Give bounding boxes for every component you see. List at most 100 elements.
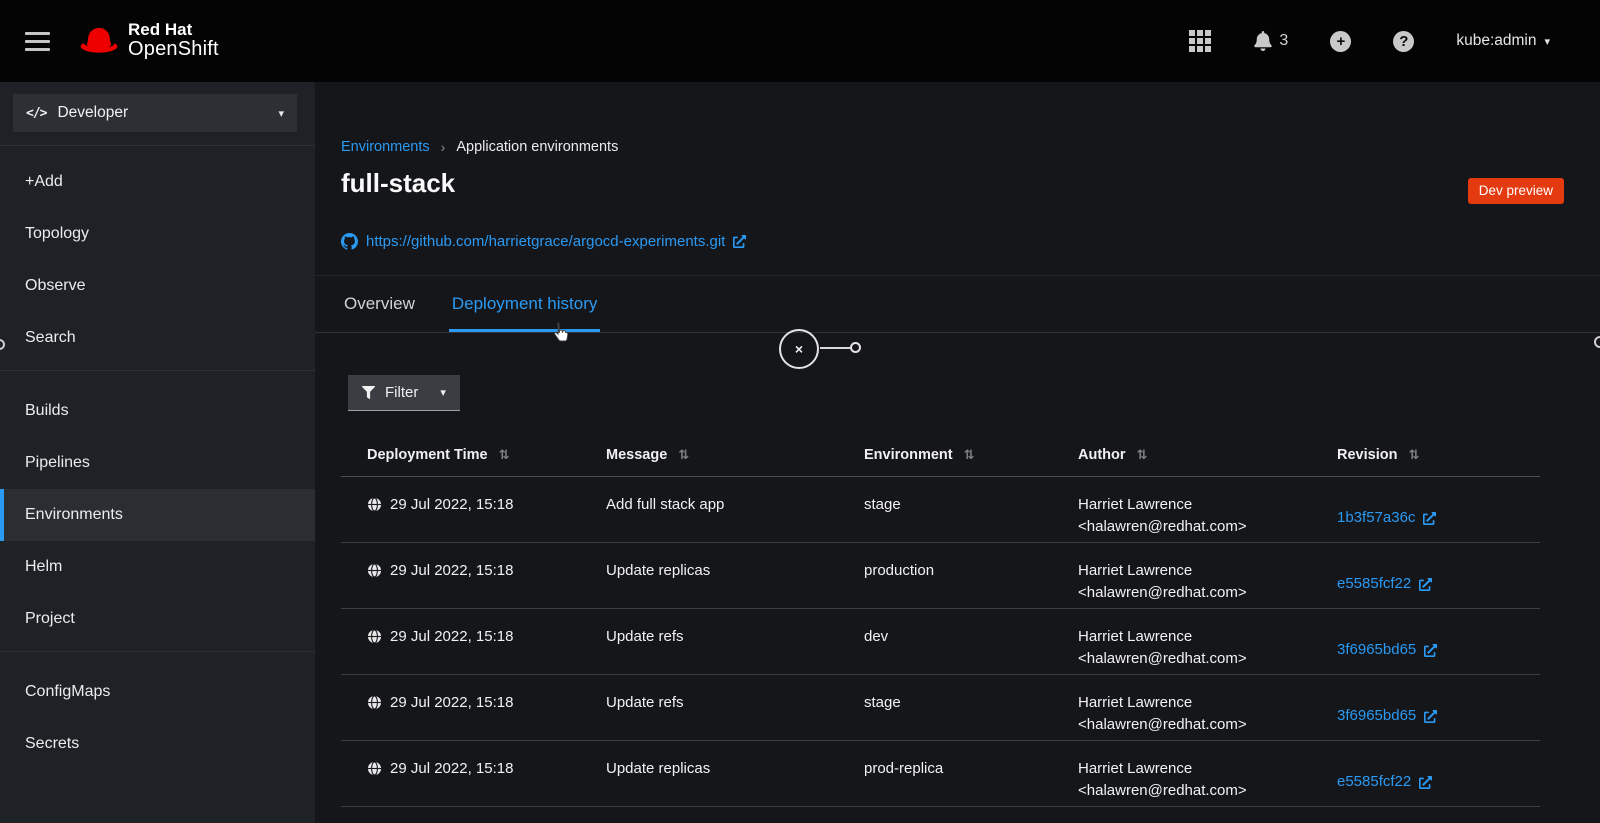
environment-name: prod-replica <box>838 758 1052 806</box>
deployment-time-cell: 29 Jul 2022, 15:18 <box>341 626 580 674</box>
sort-icon: ⇅ <box>964 448 975 463</box>
code-icon: </> <box>26 106 46 121</box>
help-button[interactable]: ? <box>1393 31 1414 52</box>
breadcrumb-current: Application environments <box>456 139 618 155</box>
sort-icon: ⇅ <box>1408 448 1419 463</box>
commit-message: Update refs <box>580 626 838 674</box>
redhat-openshift-logo: Red Hat OpenShift <box>79 21 219 61</box>
sidebar-item-configmaps[interactable]: ConfigMaps <box>0 666 315 718</box>
sort-icon: ⇅ <box>1137 448 1148 463</box>
sidebar-item-topology[interactable]: Topology <box>0 208 315 260</box>
table-row: 29 Jul 2022, 15:18 Update replicas produ… <box>341 543 1540 609</box>
author-cell: Harriet Lawrence <halawren@redhat.com> <box>1052 758 1311 806</box>
page-title: full-stack <box>341 168 1600 199</box>
tab-label: Overview <box>344 294 415 314</box>
commit-message: Update refs <box>580 692 838 740</box>
close-icon: × <box>795 341 803 357</box>
author-cell: Harriet Lawrence <halawren@redhat.com> <box>1052 692 1311 740</box>
table-header-row: Deployment Time⇅ Message⇅ Environment⇅ A… <box>341 433 1540 477</box>
sidebar-item-add[interactable]: +Add <box>0 156 315 208</box>
sidebar-item-search[interactable]: Search <box>0 312 315 364</box>
column-label: Environment <box>864 447 953 463</box>
author-email: <halawren@redhat.com> <box>1078 516 1311 538</box>
sidebar-item-label: Environments <box>25 506 123 524</box>
column-label: Deployment Time <box>367 447 488 463</box>
globe-timestamp-icon <box>367 563 382 578</box>
mouse-cursor-icon <box>549 321 571 345</box>
annotation-line <box>820 347 851 349</box>
breadcrumb-environments-link[interactable]: Environments <box>341 139 430 155</box>
annotation-dot <box>850 342 861 353</box>
notifications-button[interactable]: 3 <box>1253 31 1288 51</box>
sidebar-item-project[interactable]: Project <box>0 593 315 645</box>
filter-icon <box>362 386 375 399</box>
add-button[interactable]: + <box>1330 31 1351 52</box>
revision-link[interactable]: e5585fcf22 <box>1311 560 1540 608</box>
author-email: <halawren@redhat.com> <box>1078 780 1311 802</box>
breadcrumb-separator-icon: › <box>441 139 446 155</box>
column-header-author[interactable]: Author⇅ <box>1052 447 1311 463</box>
filter-dropdown[interactable]: Filter ▾ <box>348 375 460 411</box>
notification-count: 3 <box>1279 32 1288 50</box>
main-content: Environments › Application environments … <box>315 82 1600 823</box>
divider <box>0 651 315 652</box>
globe-timestamp-icon <box>367 695 382 710</box>
sidebar-item-observe[interactable]: Observe <box>0 260 315 312</box>
filter-label: Filter <box>385 384 418 401</box>
menu-icon[interactable] <box>25 32 50 51</box>
dev-preview-badge: Dev preview <box>1468 178 1564 204</box>
user-menu[interactable]: kube:admin ▾ <box>1456 32 1550 50</box>
caret-down-icon: ▾ <box>278 107 284 120</box>
revision-link[interactable]: e5585fcf22 <box>1311 758 1540 806</box>
deployment-time-cell: 29 Jul 2022, 15:18 <box>341 692 580 740</box>
table-row: 29 Jul 2022, 15:18 Update refs stage Har… <box>341 675 1540 741</box>
column-header-environment[interactable]: Environment ⇅ <box>838 447 1052 463</box>
app-launcher-icon[interactable] <box>1189 30 1211 52</box>
sidebar-item-secrets[interactable]: Secrets <box>0 718 315 770</box>
column-header-revision[interactable]: Revision⇅ <box>1311 447 1540 463</box>
table-row: 29 Jul 2022, 15:18 Update replicas prod-… <box>341 741 1540 807</box>
github-icon <box>341 233 358 250</box>
deployment-time-cell: 29 Jul 2022, 15:18 <box>341 494 580 542</box>
author-name: Harriet Lawrence <box>1078 494 1311 516</box>
sidebar-item-label: Secrets <box>25 735 79 753</box>
revision-sha: 3f6965bd65 <box>1337 639 1416 661</box>
environment-name: dev <box>838 626 1052 674</box>
revision-link[interactable]: 1b3f57a36c <box>1311 494 1540 542</box>
tab-overview[interactable]: Overview <box>341 276 418 332</box>
author-name: Harriet Lawrence <box>1078 626 1311 648</box>
globe-timestamp-icon <box>367 497 382 512</box>
plus-circle-icon: + <box>1330 31 1351 52</box>
revision-link[interactable]: 3f6965bd65 <box>1311 626 1540 674</box>
deployment-time: 29 Jul 2022, 15:18 <box>390 692 513 714</box>
author-cell: Harriet Lawrence <halawren@redhat.com> <box>1052 626 1311 674</box>
revision-link[interactable]: 3f6965bd65 <box>1311 692 1540 740</box>
deployment-time-cell: 29 Jul 2022, 15:18 <box>341 758 580 806</box>
deployment-time: 29 Jul 2022, 15:18 <box>390 626 513 648</box>
revision-sha: e5585fcf22 <box>1337 771 1411 793</box>
sidebar-item-pipelines[interactable]: Pipelines <box>0 437 315 489</box>
tab-deployment-history[interactable]: Deployment history <box>449 276 601 332</box>
environment-name: production <box>838 560 1052 608</box>
sidebar-item-helm[interactable]: Helm <box>0 541 315 593</box>
perspective-switcher[interactable]: </> Developer ▾ <box>13 94 297 132</box>
column-header-deployment-time[interactable]: Deployment Time⇅ <box>341 447 580 463</box>
table-row: 29 Jul 2022, 15:18 Add full stack app st… <box>341 477 1540 543</box>
external-link-icon <box>1424 644 1437 657</box>
brand-line1: Red Hat <box>128 21 219 39</box>
redhat-hat-icon <box>79 25 119 57</box>
help-icon: ? <box>1393 31 1414 52</box>
breadcrumb: Environments › Application environments <box>315 82 1600 155</box>
sidebar-item-label: Topology <box>25 225 89 243</box>
column-label: Message <box>606 447 667 463</box>
external-link-icon <box>733 235 746 248</box>
sidebar-item-environments[interactable]: Environments <box>0 489 315 541</box>
external-link-icon <box>1419 578 1432 591</box>
author-email: <halawren@redhat.com> <box>1078 648 1311 670</box>
sidebar-item-builds[interactable]: Builds <box>0 385 315 437</box>
column-header-message[interactable]: Message⇅ <box>580 447 838 463</box>
masthead: Red Hat OpenShift 3 + ? kube:admin ▾ <box>0 0 1600 82</box>
deployment-time: 29 Jul 2022, 15:18 <box>390 494 513 516</box>
sidebar-nav: </> Developer ▾ +Add Topology Observe Se… <box>0 82 315 823</box>
repo-link[interactable]: https://github.com/harrietgrace/argocd-e… <box>341 233 1600 250</box>
